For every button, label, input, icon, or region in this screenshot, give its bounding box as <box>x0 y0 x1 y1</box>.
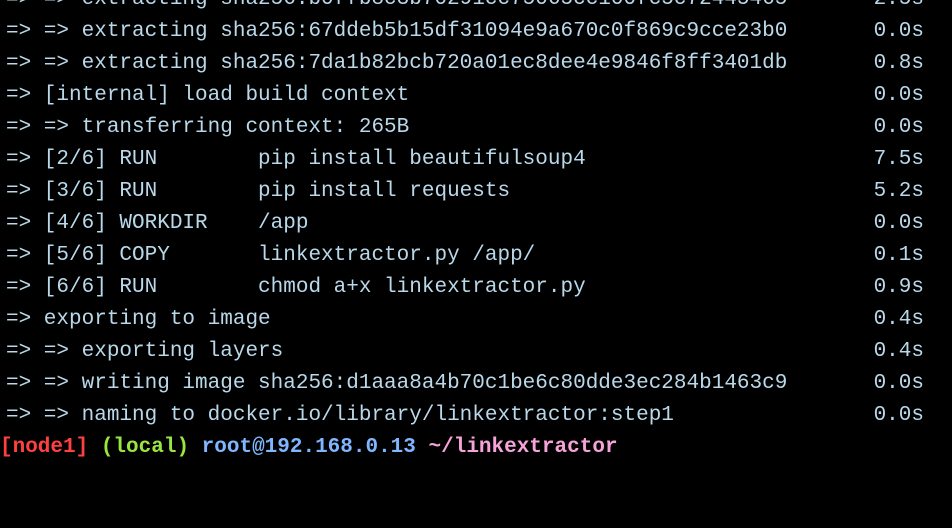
output-line-time: 0.4s <box>873 308 924 331</box>
terminal-output: => => extracting sha256:b0ffb8c3b70291cc… <box>0 0 952 432</box>
prompt-env-label: (local) <box>100 436 190 459</box>
output-line-text: => => naming to docker.io/library/linkex… <box>6 404 674 427</box>
output-line: => exporting to image 0.4s <box>0 304 952 336</box>
output-line-time: 0.4s <box>873 340 924 363</box>
output-line-time: 5.2s <box>873 180 924 203</box>
output-line: => => extracting sha256:67ddeb5b15df3109… <box>0 16 952 48</box>
prompt-cwd: ~/linkextractor <box>428 436 618 459</box>
output-line: => => writing image sha256:d1aaa8a4b70c1… <box>0 368 952 400</box>
prompt-user-host: root@192.168.0.13 <box>201 436 416 459</box>
output-line-time: 0.8s <box>873 52 924 75</box>
output-line: => [6/6] RUN chmod a+x linkextractor.py … <box>0 272 952 304</box>
output-line-text: => [2/6] RUN pip install beautifulsoup4 <box>6 148 586 171</box>
prompt-node-label: [node1] <box>0 436 89 459</box>
output-line-text: => => extracting sha256:b0ffb8c3b70291cc… <box>6 0 787 16</box>
output-line-text: => => writing image sha256:d1aaa8a4b70c1… <box>6 372 788 395</box>
output-line-text: => exporting to image <box>6 308 271 331</box>
output-line: => [4/6] WORKDIR /app 0.0s <box>0 208 952 240</box>
shell-prompt[interactable]: [node1] (local) root@192.168.0.13 ~/link… <box>0 432 618 464</box>
output-line-text: => [5/6] COPY linkextractor.py /app/ <box>6 244 536 267</box>
output-line-time: 0.0s <box>873 372 924 395</box>
output-line-time: 0.0s <box>873 84 924 107</box>
output-line-text: => [3/6] RUN pip install requests <box>6 180 511 203</box>
output-line-time: 2.5s <box>874 0 924 16</box>
output-line: => [5/6] COPY linkextractor.py /app/ 0.1… <box>0 240 952 272</box>
output-line: => [3/6] RUN pip install requests 5.2s <box>0 176 952 208</box>
output-line-text: => [4/6] WORKDIR /app <box>6 212 309 235</box>
output-line-time: 0.0s <box>873 212 924 235</box>
output-line-text: => [6/6] RUN chmod a+x linkextractor.py <box>6 276 586 299</box>
output-line-time: 0.0s <box>873 404 924 427</box>
output-line: => => transferring context: 265B 0.0s <box>0 112 952 144</box>
output-line-time: 0.9s <box>873 276 924 299</box>
output-line-text: => [internal] load build context <box>6 84 410 107</box>
output-line-text: => => extracting sha256:7da1b82bcb720a01… <box>6 52 788 75</box>
output-line: => => extracting sha256:7da1b82bcb720a01… <box>0 48 952 80</box>
output-line-text: => => extracting sha256:67ddeb5b15df3109… <box>6 20 788 43</box>
output-line: => => exporting layers 0.4s <box>0 336 952 368</box>
output-line-text: => => exporting layers <box>6 340 284 363</box>
output-line: => [internal] load build context 0.0s <box>0 80 952 112</box>
output-line-time: 7.5s <box>873 148 924 171</box>
output-line-time: 0.0s <box>873 20 924 43</box>
output-line: => [2/6] RUN pip install beautifulsoup4 … <box>0 144 952 176</box>
output-line: => => extracting sha256:b0ffb8c3b70291cc… <box>0 0 952 16</box>
output-line: => => naming to docker.io/library/linkex… <box>0 400 952 432</box>
output-line-text: => => transferring context: 265B <box>6 116 410 139</box>
output-line-time: 0.0s <box>873 116 924 139</box>
output-line-time: 0.1s <box>873 244 924 267</box>
